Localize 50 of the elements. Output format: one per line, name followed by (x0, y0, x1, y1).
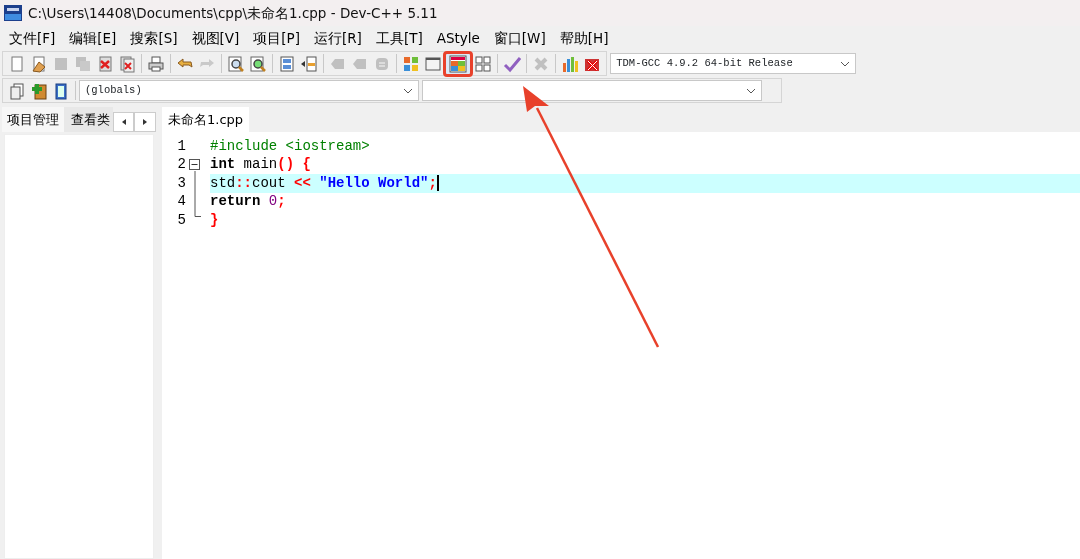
unindent-icon[interactable] (300, 54, 318, 73)
window-icon[interactable] (424, 54, 442, 73)
bar-chart-icon[interactable] (561, 54, 579, 73)
code-line: int main() { (210, 155, 311, 175)
line-number: 5 (176, 210, 186, 230)
compiler-dropdown[interactable]: TDM-GCC 4.9.2 64-bit Release (610, 53, 857, 74)
menu-item[interactable]: 项目[P] (246, 27, 307, 49)
panel-tab[interactable]: 项目管理 (2, 106, 64, 132)
menu-item[interactable]: 工具[T] (368, 27, 430, 49)
scope-dropdown[interactable]: (globals) (79, 80, 419, 101)
menu-item[interactable]: 窗口[W] (486, 27, 553, 49)
grid-outline-icon[interactable] (474, 54, 492, 73)
panel-tab[interactable]: 查看类 (64, 106, 113, 132)
code-line: std::cout << "Hello World"; (210, 173, 439, 194)
scroll-right-button[interactable] (134, 112, 156, 132)
line-number: 2 (176, 155, 186, 175)
class-browser-icon[interactable] (52, 81, 70, 100)
menu-item[interactable]: AStyle (429, 27, 487, 49)
menu-item[interactable]: 视图[V] (184, 27, 247, 49)
close-file-icon[interactable] (96, 54, 114, 73)
tiled-windows-icon[interactable] (449, 54, 467, 73)
find-icon[interactable] (227, 54, 245, 73)
code-line: #include <iostream> (210, 136, 370, 156)
app-logo-icon (4, 5, 22, 21)
checkmark-icon[interactable] (503, 54, 521, 73)
scroll-left-button[interactable] (112, 112, 135, 132)
grid-icon[interactable] (402, 54, 420, 73)
fold-line (194, 170, 201, 217)
line-number: 4 (176, 192, 186, 212)
new-project-icon[interactable] (8, 81, 26, 100)
menu-item[interactable]: 帮助[H] (552, 27, 616, 49)
arrow-right-icon (142, 118, 149, 126)
line-number: 1 (176, 136, 186, 156)
window-title: C:\Users\14408\Documents\cpp\未命名1.cpp - Dev-C++ 5.11 (28, 3, 438, 23)
line-number: 3 (176, 173, 186, 193)
menu-item[interactable]: 搜索[S] (123, 27, 185, 49)
menu-item[interactable]: 运行[R] (306, 27, 369, 49)
file-tab[interactable]: 未命名1.cpp (162, 106, 250, 132)
code-editor[interactable]: 1 #include <iostream> 2 int main() { 3 std::cout << "Hello World"; 4 return 0; 5 } (162, 132, 1080, 559)
add-to-project-icon[interactable] (30, 81, 48, 100)
arrow-left-icon (120, 118, 127, 126)
code-line: } (210, 210, 219, 230)
replace-icon[interactable] (249, 54, 267, 73)
code-line: return 0; (210, 192, 286, 212)
collapse-icon[interactable] (189, 159, 200, 171)
menu-item[interactable]: 文件[F] (2, 27, 63, 49)
printer-icon[interactable] (147, 54, 165, 73)
open-file-icon[interactable] (30, 54, 48, 73)
close-all-icon[interactable] (118, 54, 136, 73)
menu-item[interactable]: 编辑[E] (62, 27, 124, 49)
